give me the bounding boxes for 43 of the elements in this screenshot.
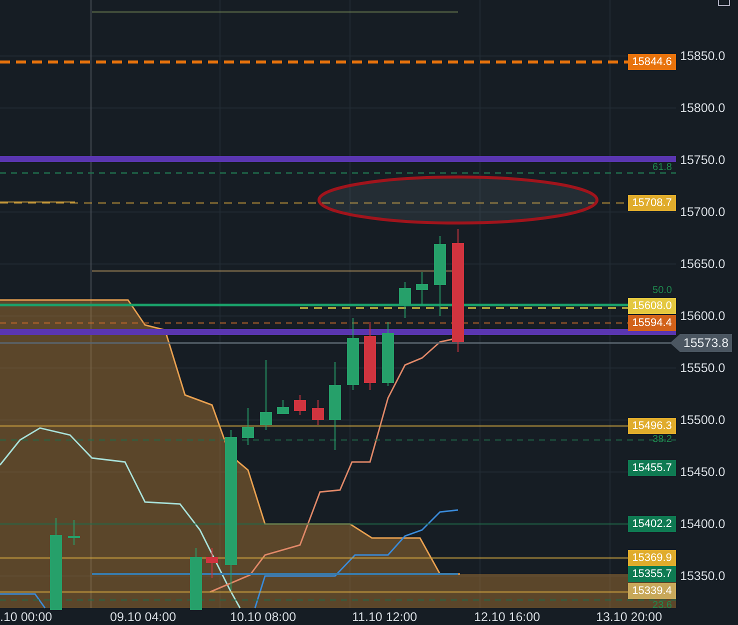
price-tag: 15844.6 <box>628 54 676 70</box>
fib-level-label: 38.2 <box>652 435 672 445</box>
price-tag: 15455.7 <box>628 460 676 476</box>
price-tag: 15355.7 <box>628 566 676 582</box>
price-axis-label: 15600.0 <box>680 309 726 323</box>
pointer-icon <box>670 334 680 352</box>
price-axis-label: 15450.0 <box>680 465 726 479</box>
candle <box>312 400 324 426</box>
fib-level-label: 61.8 <box>652 163 672 173</box>
candle <box>206 548 218 578</box>
candle <box>260 360 272 430</box>
candle <box>190 548 202 610</box>
candle <box>382 322 394 386</box>
candle <box>68 520 80 546</box>
price-axis-label: 15350.0 <box>680 569 726 583</box>
price-axis-label: 15650.0 <box>680 257 726 271</box>
price-tag: 15594.4 <box>628 315 676 331</box>
candle <box>242 408 254 446</box>
price-axis-label: 15550.0 <box>680 361 726 375</box>
price-tag: 15608.0 <box>628 298 676 314</box>
time-axis-label: 12.10 16:00 <box>474 610 540 624</box>
time-axis-label: .10 00:00 <box>0 610 52 624</box>
price-axis-label: 15800.0 <box>680 101 726 115</box>
time-axis-label: 13.10 20:00 <box>596 610 662 624</box>
candle <box>364 322 376 390</box>
fib-level-label: 50.0 <box>652 286 672 296</box>
candle <box>399 282 411 318</box>
price-axis-label: 15750.0 <box>680 153 726 167</box>
candle <box>277 400 289 414</box>
price-tag: 15496.3 <box>628 418 676 434</box>
price-tag: 15402.2 <box>628 516 676 532</box>
time-axis-label: 09.10 04:00 <box>110 610 176 624</box>
candle <box>416 272 428 306</box>
price-tag: 15339.4 <box>628 583 676 599</box>
time-axis-label: 10.10 08:00 <box>230 610 296 624</box>
candle <box>294 394 306 416</box>
price-tag: 15369.9 <box>628 550 676 566</box>
price-tag: 15708.7 <box>628 195 676 211</box>
time-axis-label: 11.10 12:00 <box>352 610 418 624</box>
price-axis-label: 15700.0 <box>680 205 726 219</box>
price-axis-label: 15400.0 <box>680 517 726 531</box>
price-axis-label: 15500.0 <box>680 413 726 427</box>
price-axis-label: 15850.0 <box>680 49 726 63</box>
